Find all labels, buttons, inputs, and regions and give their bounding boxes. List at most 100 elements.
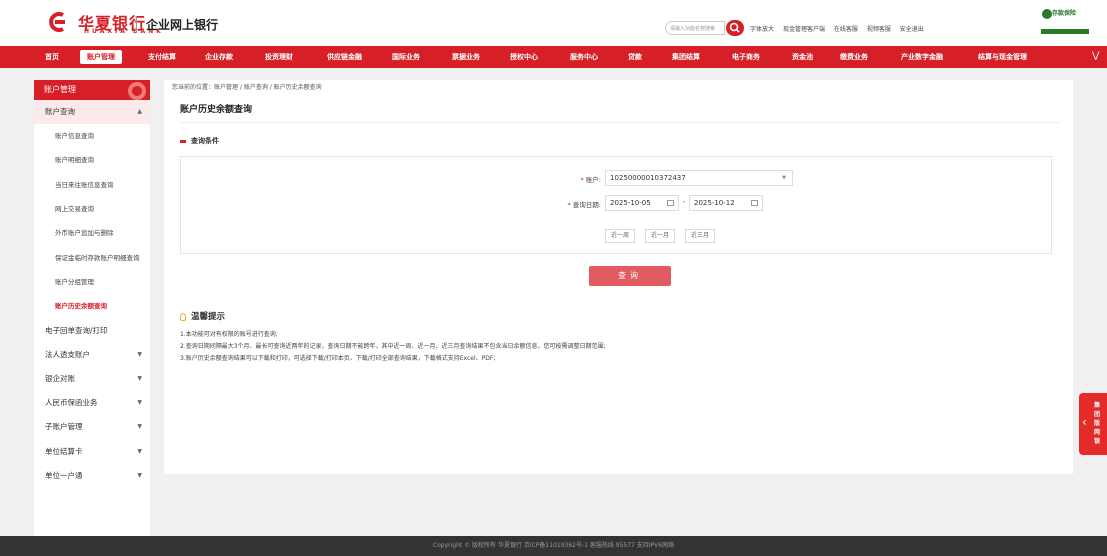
footer: Copyright © 版权所有 华夏银行 京ICP备11019362号-1 客… [0, 536, 1107, 556]
last-three-months-button[interactable]: 近三月 [685, 229, 716, 243]
chevron-left-icon: ‹ [1082, 415, 1087, 429]
sidebar-item-account-info[interactable]: 账户信息查询 [34, 124, 150, 148]
main-content: 您当前的位置：账户管理 / 账户查询 / 账户历史余额查询 账户历史余额查询 查… [164, 80, 1073, 474]
sidebar-item-foreign-account[interactable]: 外币账户追加与删除 [34, 221, 150, 245]
sidebar-item-settlement-card[interactable]: 单位结算卡 ▼ [34, 440, 150, 464]
nav-item-supply-chain[interactable]: 供应链金融 [327, 50, 362, 64]
sidebar-item-e-receipt[interactable]: 电子回单查询/打印 [34, 319, 150, 343]
nav-item-industry-digital[interactable]: 产业数字金融 [901, 50, 943, 64]
sidebar-item-label: 人民币保函业务 [45, 398, 98, 408]
section-title: 查询条件 [180, 136, 219, 146]
nav-item-group-settlement[interactable]: 集团结算 [672, 50, 700, 64]
nav-item-cash-pool[interactable]: 资金池 [792, 50, 813, 64]
chevron-up-icon: ▲ [137, 108, 142, 115]
search-button[interactable] [726, 20, 744, 36]
chevron-down-icon: ▼ [137, 374, 142, 382]
sidebar-item-account-query[interactable]: 账户查询 ▲ [34, 100, 150, 125]
account-label: * 账户: [580, 176, 601, 184]
sidebar-item-account-group[interactable]: 账户分组管理 [34, 270, 150, 294]
last-week-button[interactable]: 近一周 [605, 229, 636, 243]
chevron-down-icon: ▼ [137, 399, 142, 407]
date-separator: - [683, 198, 686, 206]
start-date-input[interactable]: 2025-10-05 [605, 195, 679, 211]
nav-item-international[interactable]: 国际业务 [392, 50, 420, 64]
sidebar-item-history-balance[interactable]: 账户历史余额查询 [34, 294, 150, 318]
sidebar-item-label: 账户查询 [45, 107, 75, 116]
tip-line: 1.本功能可对有权限的账号进行查询; [180, 331, 278, 338]
sidebar-item-overdraft[interactable]: 法人透支账户 ▼ [34, 343, 150, 367]
sidebar-item-label: 银企对账 [45, 373, 75, 383]
chevron-down-icon: ▼ [137, 350, 142, 358]
sidebar-item-reconciliation[interactable]: 银企对账 ▼ [34, 367, 150, 391]
sidebar-item-today-transactions[interactable]: 当日来往账信息查询 [34, 173, 150, 197]
sidebar: 账户管理 账户查询 ▲ 账户信息查询 账户明细查询 当日来往账信息查询 网上交易… [34, 80, 150, 536]
nav-item-deposit[interactable]: 企业存款 [205, 50, 233, 64]
end-date-value: 2025-10-12 [694, 199, 735, 207]
chevron-down-icon: ▼ [782, 175, 786, 181]
nav-item-loans[interactable]: 贷款 [628, 50, 642, 64]
nav-item-authorization[interactable]: 授权中心 [510, 50, 538, 64]
sidebar-item-one-account[interactable]: 单位一户通 ▼ [34, 464, 150, 488]
nav-item-wealth[interactable]: 投资理财 [265, 50, 293, 64]
top-links: 字体放大 现金管理客户端 在线客服 视频客服 安全退出 [750, 24, 931, 33]
online-service-link[interactable]: 在线客服 [834, 26, 858, 33]
logo-divider [136, 16, 137, 32]
function-search-input[interactable]: 请输入功能名称搜索 [665, 21, 725, 35]
sidebar-item-label: 单位结算卡 [45, 446, 83, 456]
nav-item-bills[interactable]: 票据业务 [452, 50, 480, 64]
start-date-value: 2025-10-05 [610, 199, 651, 207]
section-marker-icon [180, 139, 186, 143]
end-date-input[interactable]: 2025-10-12 [689, 195, 763, 211]
group-banking-label: 集团版网银 [1094, 402, 1101, 445]
date-label-text: 查询日期: [572, 201, 601, 209]
app-title: 企业网上银行 [146, 18, 219, 32]
sidebar-item-sub-account[interactable]: 子账户管理 ▼ [34, 415, 150, 439]
bank-logo-icon [49, 12, 65, 32]
sidebar-item-label: 法人透支账户 [45, 349, 90, 359]
lightbulb-icon [180, 312, 186, 321]
logout-link[interactable]: 安全退出 [900, 26, 924, 33]
breadcrumb: 您当前的位置：账户管理 / 账户查询 / 账户历史余额查询 [172, 84, 322, 91]
nav-item-fee-payment[interactable]: 缴费业务 [840, 50, 868, 64]
nav-item-ecommerce[interactable]: 电子商务 [732, 50, 760, 64]
calendar-icon [667, 200, 674, 206]
deposit-insurance-text: 存款保险 [1052, 10, 1077, 17]
deposit-insurance-bar [1041, 29, 1089, 34]
tips-title: 温馨提示 [180, 310, 225, 322]
query-button[interactable]: 查询 [589, 266, 671, 286]
main-nav: 首页 账户管理 支付结算 企业存款 投资理财 供应链金融 国际业务 票据业务 授… [0, 46, 1107, 68]
sidebar-item-account-detail[interactable]: 账户明细查询 [34, 148, 150, 172]
sidebar-item-label: 单位一户通 [45, 470, 83, 480]
last-month-button[interactable]: 近一月 [645, 229, 676, 243]
nav-item-payment[interactable]: 支付结算 [148, 50, 176, 64]
account-select[interactable]: 10250000010372437 ▼ [605, 170, 793, 186]
calendar-icon [751, 200, 758, 206]
sidebar-logo-icon [128, 82, 146, 100]
sidebar-item-label: 子账户管理 [45, 422, 83, 432]
tips-title-text: 温馨提示 [191, 312, 226, 322]
account-label-text: 账户: [585, 176, 601, 184]
tip-line: 3.账户历史余额查询结果可以下载和打印，可选择下载/打印本页、下载/打印全部查询… [180, 355, 496, 362]
nav-item-service-center[interactable]: 服务中心 [570, 50, 598, 64]
sidebar-item-margin-account[interactable]: 保证金临时存款账户明细查询 [34, 246, 150, 270]
font-size-link[interactable]: 字体放大 [750, 26, 774, 33]
cash-client-link[interactable]: 现金管理客户端 [783, 26, 825, 33]
group-banking-tab[interactable]: ‹ 集团版网银 [1079, 393, 1107, 455]
section-title-label: 查询条件 [191, 137, 219, 145]
chevron-down-icon[interactable]: ⋁ [1092, 51, 1099, 61]
date-label: * 查询日期: [567, 201, 601, 209]
account-select-value: 10250000010372437 [610, 174, 686, 182]
chevron-down-icon: ▼ [137, 471, 142, 479]
nav-item-settlement-cash[interactable]: 结算与现金管理 [978, 50, 1027, 64]
nav-item-home[interactable]: 首页 [45, 50, 59, 64]
chevron-down-icon: ▼ [137, 423, 142, 431]
top-header: 华夏银行 HUAXIA BANK 企业网上银行 请输入功能名称搜索 字体放大 现… [0, 0, 1107, 46]
title-divider [180, 122, 1060, 123]
sidebar-item-online-transactions[interactable]: 网上交易查询 [34, 197, 150, 221]
video-service-link[interactable]: 视频客服 [867, 26, 891, 33]
nav-item-account-management[interactable]: 账户管理 [80, 50, 122, 64]
chevron-down-icon: ▼ [137, 447, 142, 455]
sidebar-item-guarantee[interactable]: 人民币保函业务 ▼ [34, 391, 150, 415]
search-icon [729, 22, 740, 33]
page-title: 账户历史余额查询 [180, 105, 253, 115]
